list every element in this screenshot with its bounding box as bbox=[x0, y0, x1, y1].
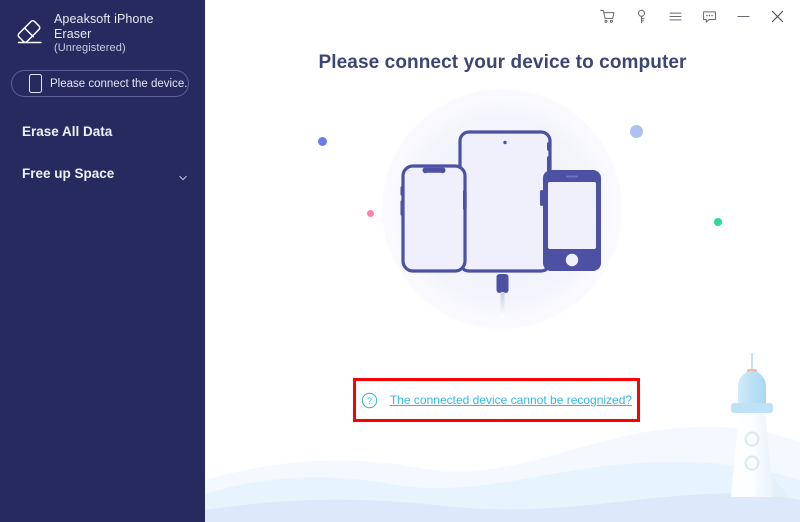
devices-illustration bbox=[205, 78, 800, 348]
menu-icon[interactable] bbox=[660, 1, 690, 31]
application-window: Apeaksoft iPhone Eraser (Unregistered) P… bbox=[0, 0, 800, 522]
svg-text:?: ? bbox=[367, 395, 372, 405]
cart-icon[interactable] bbox=[592, 1, 622, 31]
dot-pink bbox=[367, 210, 374, 217]
sidebar-nav: Erase All Data Free up Space bbox=[0, 110, 205, 194]
eraser-icon bbox=[10, 12, 48, 50]
device-not-recognized-link[interactable]: The connected device cannot be recognize… bbox=[390, 393, 632, 407]
dot-blue bbox=[318, 137, 327, 146]
close-icon[interactable] bbox=[762, 1, 792, 31]
chevron-down-icon bbox=[179, 170, 187, 181]
minimize-icon[interactable] bbox=[728, 1, 758, 31]
titlebar-controls bbox=[588, 0, 800, 32]
sidebar: Apeaksoft iPhone Eraser (Unregistered) P… bbox=[0, 0, 205, 522]
sidebar-item-erase-all-data[interactable]: Erase All Data bbox=[0, 110, 205, 152]
question-circle-icon: ? bbox=[361, 392, 378, 409]
key-icon[interactable] bbox=[626, 1, 656, 31]
sidebar-item-label: Erase All Data bbox=[22, 123, 113, 139]
main-content: Please connect your device to computer ?… bbox=[205, 0, 800, 522]
connect-device-label: Please connect the device. bbox=[50, 77, 188, 90]
brand-line1: Apeaksoft iPhone bbox=[54, 12, 154, 26]
phone-icon bbox=[29, 74, 42, 93]
brand-line2: Eraser bbox=[54, 26, 92, 41]
lighthouse-illustration bbox=[705, 347, 800, 522]
page-title: Please connect your device to computer bbox=[318, 52, 687, 73]
brand-text: Apeaksoft iPhone Eraser (Unregistered) bbox=[54, 10, 154, 55]
dot-lightblue bbox=[630, 125, 643, 138]
connect-device-button[interactable]: Please connect the device. bbox=[11, 70, 189, 97]
dot-green bbox=[714, 218, 722, 226]
sidebar-item-free-up-space[interactable]: Free up Space bbox=[0, 152, 205, 194]
help-row: ? The connected device cannot be recogni… bbox=[353, 378, 640, 422]
sidebar-item-label: Free up Space bbox=[22, 165, 115, 181]
feedback-icon[interactable] bbox=[694, 1, 724, 31]
brand-status: (Unregistered) bbox=[54, 42, 126, 54]
brand: Apeaksoft iPhone Eraser (Unregistered) bbox=[0, 10, 205, 58]
